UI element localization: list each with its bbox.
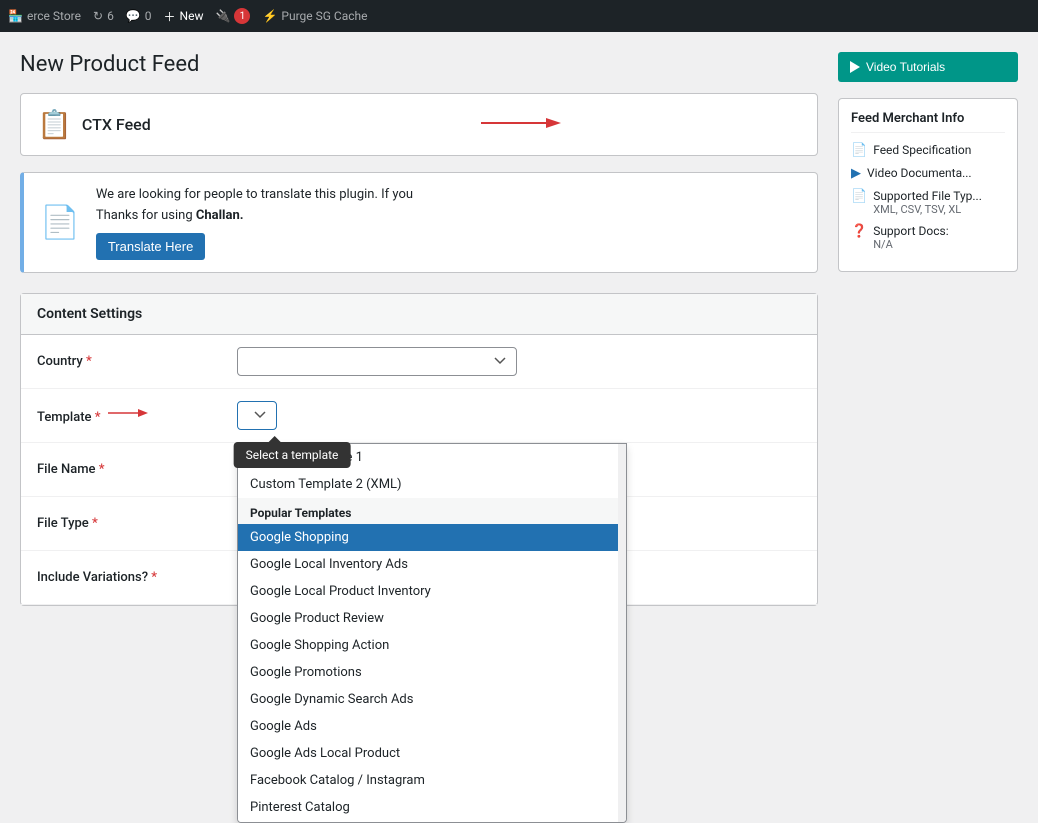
- plugin-item[interactable]: 🔌 1: [215, 8, 250, 24]
- dropdown-item-google-local-product-inventory[interactable]: Google Local Product Inventory: [238, 578, 626, 605]
- purge-cache-item[interactable]: ⚡ Purge SG Cache: [262, 9, 367, 23]
- translation-content: We are looking for people to translate t…: [96, 185, 413, 260]
- feed-specification-label[interactable]: Feed Specification: [873, 143, 971, 157]
- main-content: New Product Feed 📋 CTX Feed 📄 We are loo…: [0, 32, 1038, 652]
- dropdown-item-google-product-review[interactable]: Google Product Review: [238, 605, 626, 632]
- template-label: Template *: [37, 405, 237, 425]
- ctx-feed-box: 📋 CTX Feed: [20, 93, 818, 156]
- translation-notice: 📄 We are looking for people to translate…: [20, 172, 818, 273]
- store-icon: 🏪: [8, 9, 23, 23]
- arrow-pointer: [481, 113, 561, 137]
- video-documentation-label[interactable]: Video Documenta...: [867, 166, 972, 180]
- merchant-info-panel: Feed Merchant Info 📄 Feed Specification …: [838, 98, 1018, 272]
- dropdown-item-google-shopping[interactable]: Google Shopping: [238, 524, 626, 551]
- dropdown-item-facebook-catalog[interactable]: Facebook Catalog / Instagram: [238, 767, 626, 794]
- translate-button[interactable]: Translate Here: [96, 233, 206, 260]
- play-icon: [850, 61, 860, 73]
- doc-icon-2: 📄: [851, 189, 867, 204]
- template-tooltip: Select a template: [234, 442, 351, 468]
- left-panel: New Product Feed 📋 CTX Feed 📄 We are loo…: [20, 52, 818, 632]
- template-dropdown[interactable]: Custom Template 1 Custom Template 2 (XML…: [237, 443, 627, 823]
- country-select[interactable]: [237, 347, 517, 376]
- video-documentation-item: ▶ Video Documenta...: [851, 166, 1005, 181]
- template-control: Select a template Custom Template 1 Cust…: [237, 401, 801, 430]
- help-icon: ❓: [851, 224, 867, 239]
- feed-specification-item: 📄 Feed Specification: [851, 143, 1005, 158]
- video-icon: ▶: [851, 166, 861, 181]
- store-link[interactable]: 🏪 erce Store: [8, 9, 81, 23]
- supported-file-label: Supported File Typ...: [873, 189, 982, 203]
- right-sidebar: Video Tutorials Feed Merchant Info 📄 Fee…: [838, 52, 1018, 632]
- dropdown-item-pinterest-catalog[interactable]: Pinterest Catalog: [238, 794, 626, 821]
- dropdown-item-google-ads[interactable]: Google Ads: [238, 713, 626, 740]
- page-title: New Product Feed: [20, 52, 818, 77]
- dropdown-item-google-dynamic-search-ads[interactable]: Google Dynamic Search Ads: [238, 686, 626, 713]
- dropdown-scrollbar: [618, 444, 626, 822]
- comments-item[interactable]: 💬 0: [126, 9, 152, 23]
- dropdown-item-google-shopping-action[interactable]: Google Shopping Action: [238, 632, 626, 659]
- dropdown-item-google-local-inventory-ads[interactable]: Google Local Inventory Ads: [238, 551, 626, 578]
- merchant-info-title: Feed Merchant Info: [851, 111, 1005, 133]
- content-settings-header: Content Settings: [21, 294, 817, 335]
- comment-icon: 💬: [126, 9, 141, 23]
- dropdown-item-google-promotions[interactable]: Google Promotions: [238, 659, 626, 686]
- feed-label: CTX Feed: [82, 115, 151, 134]
- custom-template-2[interactable]: Custom Template 2 (XML): [238, 471, 626, 498]
- refresh-icon: ↻: [93, 9, 103, 23]
- template-row: Template *: [21, 389, 817, 443]
- file-name-label: File Name *: [37, 462, 237, 477]
- translation-icon: 📄: [40, 203, 80, 241]
- supported-file-sub: XML, CSV, TSV, XL: [873, 203, 982, 216]
- template-arrow: [108, 405, 148, 425]
- content-settings: Content Settings Country * Template *: [20, 293, 818, 606]
- dropdown-item-pinterest-rss[interactable]: Pinterest RSS Board: [238, 821, 626, 823]
- dropdown-item-google-ads-local-product[interactable]: Google Ads Local Product: [238, 740, 626, 767]
- support-docs-label: Support Docs:: [873, 224, 948, 238]
- popular-templates-label: Popular Templates: [238, 498, 626, 524]
- file-type-label: File Type *: [37, 516, 237, 531]
- feed-icon: 📋: [37, 108, 72, 141]
- video-tutorials-button[interactable]: Video Tutorials: [838, 52, 1018, 82]
- doc-icon-1: 📄: [851, 143, 867, 158]
- translation-text: We are looking for people to translate t…: [96, 185, 413, 227]
- country-control: [237, 347, 801, 376]
- refresh-item[interactable]: ↻ 6: [93, 9, 114, 23]
- supported-file-type-item: 📄 Supported File Typ... XML, CSV, TSV, X…: [851, 189, 1005, 216]
- template-tooltip-wrapper: Select a template: [237, 401, 277, 430]
- purge-icon: ⚡: [262, 9, 277, 23]
- country-label: Country *: [37, 354, 237, 369]
- new-item[interactable]: ＋ New: [164, 8, 204, 25]
- plugin-icon: 🔌: [215, 9, 230, 23]
- admin-bar: 🏪 erce Store ↻ 6 💬 0 ＋ New 🔌 1 ⚡ Purge S…: [0, 0, 1038, 32]
- include-variations-label: Include Variations? *: [37, 570, 237, 585]
- country-row: Country *: [21, 335, 817, 389]
- support-docs-item: ❓ Support Docs: N/A: [851, 224, 1005, 251]
- template-select[interactable]: [237, 401, 277, 430]
- plus-icon: ＋: [164, 8, 176, 25]
- support-docs-sub: N/A: [873, 238, 948, 251]
